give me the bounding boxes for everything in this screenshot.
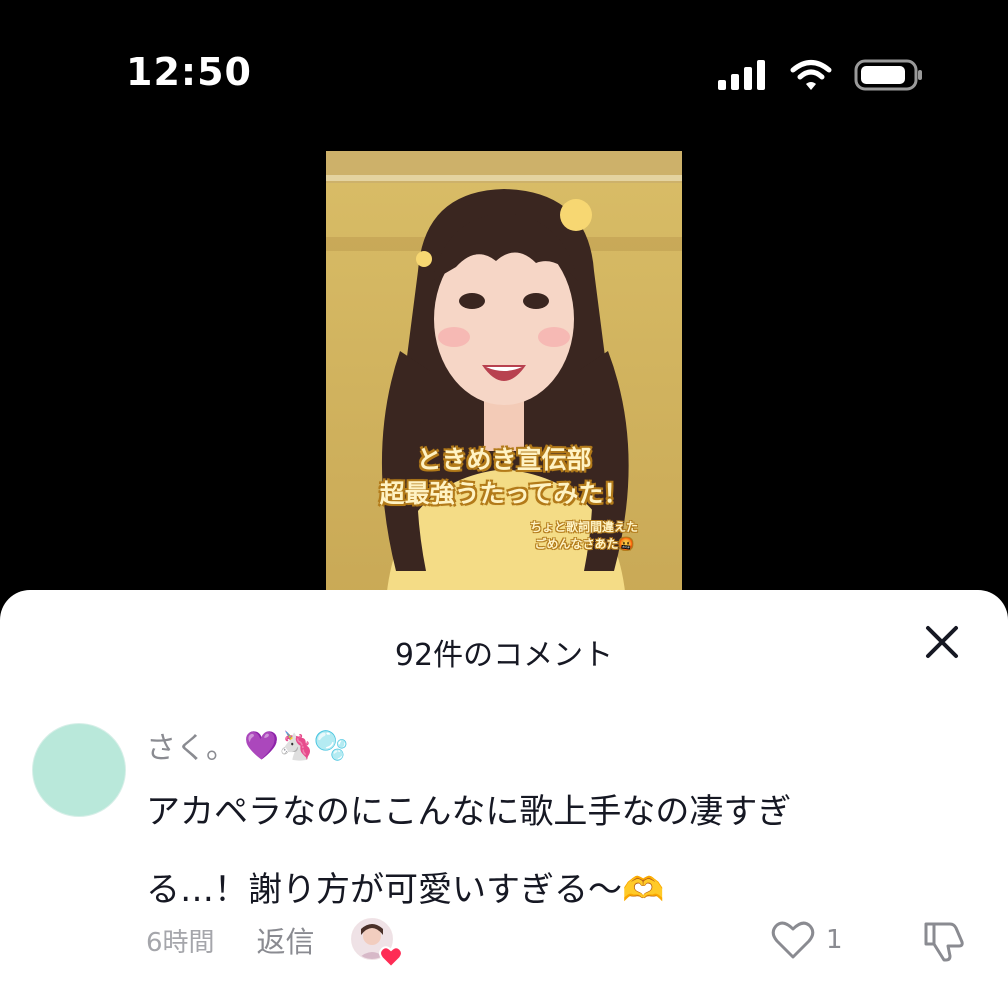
app-screen: 12:50 ときめき宣伝部 超最強うたってみた！ ちょと歌詞間違えた ごめんなさ… — [0, 0, 1008, 1006]
video-caption-line1: ときめき宣伝部 — [416, 445, 592, 474]
commenter-username[interactable]: さく。 — [146, 723, 236, 767]
reply-button[interactable]: 返信 — [257, 919, 315, 961]
video-thumbnail[interactable]: ときめき宣伝部 超最強うたってみた！ ちょと歌詞間違えた ごめんなさあた🤬 — [326, 151, 682, 601]
commenter-avatar[interactable] — [32, 723, 126, 817]
video-subcaption-line2: ごめんなさあた🤬 — [534, 537, 634, 551]
thumbs-down-icon[interactable] — [920, 916, 968, 964]
signal-icon — [718, 60, 765, 90]
comment-text-line1: アカペラなのにこんなに歌上手なの凄すぎ — [146, 792, 792, 832]
comments-title: 92件のコメント — [394, 638, 614, 673]
comment-meta: 6時間 返信 — [146, 918, 403, 968]
status-icons — [718, 58, 924, 92]
comment-text: アカペラなのにこんなに歌上手なの凄すぎ る…！謝り方が可愛いすぎる〜🫶 — [146, 773, 906, 929]
battery-icon — [854, 59, 922, 91]
heart-outline-icon[interactable] — [770, 919, 816, 961]
video-subcaption-line1: ちょと歌詞間違えた — [529, 520, 638, 534]
video-caption-line2: 超最強うたってみた！ — [379, 479, 629, 508]
video-caption: ときめき宣伝部 超最強うたってみた！ — [326, 443, 682, 511]
creator-liked-badge — [350, 918, 403, 968]
heart-filled-icon — [378, 946, 403, 968]
status-time: 12:50 — [126, 50, 252, 94]
like-button[interactable]: 1 — [770, 918, 843, 962]
username-emojis: 💜🦄🫧 — [244, 728, 349, 762]
video-subcaption: ちょと歌詞間違えた ごめんなさあた🤬 — [530, 519, 638, 553]
like-count: 1 — [826, 925, 843, 955]
comment-header: さく。 💜🦄🫧 — [146, 723, 349, 767]
close-icon[interactable] — [920, 620, 964, 664]
comments-sheet: 92件のコメント さく。 💜🦄🫧 アカペラなのにこんなに歌上手なの凄すぎ る…！… — [0, 590, 1008, 1006]
wifi-icon — [790, 60, 832, 90]
comment-time: 6時間 — [146, 927, 215, 958]
